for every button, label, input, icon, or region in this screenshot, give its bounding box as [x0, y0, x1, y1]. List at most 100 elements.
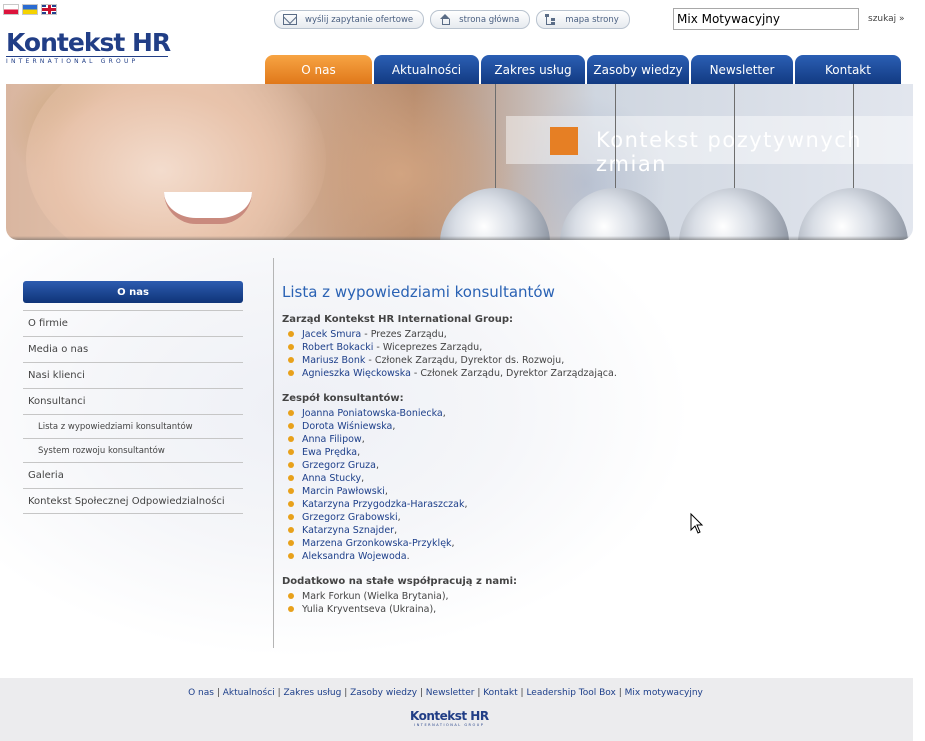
sidebar-item[interactable]: Kontekst Społecznej Odpowiedzialności	[23, 488, 243, 514]
sidebar: O nas O firmie Media o nas Nasi klienci Kon…	[23, 281, 243, 514]
tab-o-nas[interactable]: O nas	[265, 55, 372, 84]
orange-square-icon	[550, 127, 578, 155]
banner-slogan: Kontekst pozytywnych zmian	[596, 128, 863, 176]
list-item: Ewa Prędka,	[282, 446, 882, 459]
person-link[interactable]: Agnieszka Więckowska	[302, 368, 411, 379]
bullet-icon	[288, 449, 294, 455]
bullet-icon	[288, 344, 294, 350]
footer-link[interactable]: Zasoby wiedzy	[350, 688, 417, 698]
person-link[interactable]: Dorota Wiśniewska	[302, 421, 392, 432]
list-item: Grzegorz Grabowski,	[282, 511, 882, 524]
top-links: wyślij zapytanie ofertowe strona główna ma…	[274, 10, 630, 29]
pendulum-ball	[679, 188, 789, 240]
bullet-icon	[288, 436, 294, 442]
footer-logo-sub: INTERNATIONAL GROUP	[414, 723, 485, 727]
sidebar-item[interactable]: O firmie	[23, 310, 243, 336]
request-offer-link[interactable]: wyślij zapytanie ofertowe	[274, 10, 425, 29]
tab-aktualności[interactable]: Aktualności	[374, 55, 479, 84]
footer-link[interactable]: O nas	[188, 688, 214, 698]
list-item: Yulia Kryventseva (Ukraina),	[282, 603, 882, 616]
person-link[interactable]: Marzena Grzonkowska-Przyklęk	[302, 538, 452, 549]
list-item: Anna Filipow,	[282, 433, 882, 446]
consultant-sections: Zarząd Kontekst HR International Group: J…	[282, 314, 882, 616]
sidebar-item[interactable]: Galeria	[23, 462, 243, 488]
pendulum-string	[495, 84, 496, 192]
bullet-icon	[288, 331, 294, 337]
person-list: Jacek Smura - Prezes Zarządu, Robert Boka…	[282, 328, 882, 380]
bullet-icon	[288, 462, 294, 468]
person-role: ,	[384, 486, 388, 497]
language-switcher	[3, 4, 57, 15]
footer-separator: |	[474, 688, 484, 698]
person-link[interactable]: Grzegorz Grabowski	[302, 512, 398, 523]
pendulum-string	[615, 84, 616, 192]
footer-link[interactable]: Leadership Tool Box	[526, 688, 615, 698]
footer-separator: |	[417, 688, 426, 698]
person-list: Joanna Poniatowska-Boniecka, Dorota Wiśni…	[282, 407, 882, 563]
sidebar-item[interactable]: Media o nas	[23, 336, 243, 362]
home-icon	[439, 14, 451, 25]
footer-link[interactable]: Aktualności	[223, 688, 275, 698]
section-heading: Zespół konsultantów:	[282, 393, 404, 404]
sidebar-item[interactable]: System rozwoju konsultantów	[23, 438, 243, 462]
person-link[interactable]: Joanna Poniatowska-Boniecka	[302, 408, 443, 419]
list-item: Katarzyna Sznajder,	[282, 524, 882, 537]
search-button[interactable]: szukaj »	[868, 14, 905, 24]
person-link[interactable]: Ewa Prędka	[302, 447, 357, 458]
person-link[interactable]: Robert Bokacki	[302, 342, 373, 353]
en-flag-icon[interactable]	[41, 4, 57, 15]
person-role: ,	[392, 421, 396, 432]
logo-main-text: Kontekst HR	[6, 28, 171, 57]
home-link[interactable]: strona główna	[430, 10, 531, 29]
footer-logo-main: Kontekst HR	[410, 709, 489, 723]
sidebar-item[interactable]: Konsultanci	[23, 388, 243, 414]
person-link[interactable]: Grzegorz Gruza	[302, 460, 376, 471]
hero-banner: Kontekst pozytywnych zmian	[6, 84, 913, 240]
person-link[interactable]: Marcin Pawłowski	[302, 486, 385, 497]
person-role: ,	[375, 460, 379, 471]
bullet-icon	[288, 553, 294, 559]
sidebar-title[interactable]: O nas	[23, 281, 243, 303]
pl-flag-icon[interactable]	[3, 4, 19, 15]
person-link[interactable]: Aleksandra Wojewoda	[302, 551, 407, 562]
logo[interactable]: Kontekst HR INTERNATIONAL GROUP	[6, 30, 176, 66]
list-item: Grzegorz Gruza,	[282, 459, 882, 472]
list-item: Mark Forkun (Wielka Brytania),	[282, 590, 882, 603]
tab-newsletter[interactable]: Newsletter	[691, 55, 793, 84]
search-box: szukaj »	[673, 8, 905, 30]
list-item: Marzena Grzonkowska-Przyklęk,	[282, 537, 882, 550]
bullet-icon	[288, 606, 294, 612]
sidebar-item[interactable]: Nasi klienci	[23, 362, 243, 388]
person-role: ,	[361, 434, 365, 445]
tab-kontakt[interactable]: Kontakt	[795, 55, 901, 84]
footer-link[interactable]: Mix motywacyjny	[625, 688, 703, 698]
person-name: Yulia Kryventseva (Ukraina),	[302, 604, 437, 615]
person-link[interactable]: Katarzyna Przygodzka-Haraszczak	[302, 499, 465, 510]
ua-flag-icon[interactable]	[22, 4, 38, 15]
footer-separator: |	[341, 688, 351, 698]
person-role: - Członek Zarządu, Dyrektor ds. Rozwoju,	[365, 355, 565, 366]
person-link[interactable]: Katarzyna Sznajder	[302, 525, 394, 536]
person-link[interactable]: Anna Filipow	[302, 434, 362, 445]
mail-icon	[283, 14, 297, 25]
sidebar-item[interactable]: Lista z wypowiedziami konsultantów	[23, 414, 243, 438]
bullet-icon	[288, 357, 294, 363]
tab-zasoby-wiedzy[interactable]: Zasoby wiedzy	[587, 55, 689, 84]
footer-link[interactable]: Kontakt	[483, 688, 517, 698]
sidebar-items: O firmie Media o nas Nasi klienci Konsultan…	[23, 310, 243, 514]
person-link[interactable]: Anna Stucky	[302, 473, 361, 484]
footer-link[interactable]: Newsletter	[426, 688, 475, 698]
person-link[interactable]: Jacek Smura	[302, 329, 361, 340]
footer-separator: |	[615, 688, 625, 698]
person-role: ,	[397, 512, 401, 523]
tab-zakres-usług[interactable]: Zakres usług	[481, 55, 585, 84]
person-role: ,	[451, 538, 455, 549]
person-role: - Członek Zarządu, Dyrektor Zarządzająca…	[410, 368, 617, 379]
footer-link[interactable]: Zakres usług	[283, 688, 341, 698]
person-link[interactable]: Mariusz Bonk	[302, 355, 365, 366]
search-input[interactable]	[673, 8, 859, 30]
sitemap-link[interactable]: mapa strony	[536, 10, 630, 29]
footer-logo[interactable]: Kontekst HR INTERNATIONAL GROUP	[410, 710, 489, 728]
bullet-icon	[288, 527, 294, 533]
logo-sub-text: INTERNATIONAL GROUP	[6, 56, 168, 66]
